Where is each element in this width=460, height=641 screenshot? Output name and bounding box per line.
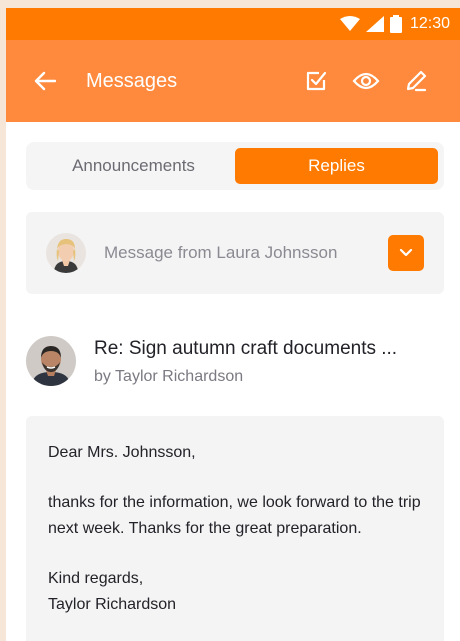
filter-label: Message from Laura Johnsson — [104, 243, 338, 262]
checkbox-icon — [306, 71, 327, 91]
wifi-icon — [339, 16, 360, 32]
signal-icon — [365, 16, 384, 32]
message-text: thanks for the information, we look forw… — [48, 494, 421, 537]
author-avatar — [26, 336, 76, 386]
message-signature: Taylor Richardson — [48, 596, 177, 613]
message-header: Re: Sign autumn craft documents ... by T… — [26, 336, 446, 386]
tab-replies[interactable]: Replies — [235, 148, 438, 184]
sender-filter-dropdown[interactable]: Message from Laura Johnsson — [26, 212, 444, 294]
app-screen: 12:30 Messages Announcements Replies Mes… — [6, 8, 460, 641]
select-button[interactable] — [302, 67, 330, 95]
app-bar: Messages — [6, 40, 460, 122]
message-closing: Kind regards, — [48, 570, 144, 587]
mark-read-button[interactable] — [352, 67, 380, 95]
chevron-down-icon — [399, 248, 413, 257]
status-time: 12:30 — [409, 15, 450, 32]
tab-bar: Announcements Replies — [26, 142, 444, 190]
message-author: by Taylor Richardson — [94, 368, 244, 385]
message-body: Dear Mrs. Johnsson, thanks for the infor… — [26, 416, 444, 641]
arrow-left-icon — [34, 71, 56, 91]
back-button[interactable] — [32, 68, 58, 94]
dropdown-toggle[interactable] — [388, 235, 424, 271]
status-bar: 12:30 — [6, 8, 460, 40]
eye-icon — [352, 72, 380, 90]
page-title: Messages — [86, 69, 178, 92]
message-greeting: Dear Mrs. Johnsson, — [48, 444, 196, 461]
message-subject[interactable]: Re: Sign autumn craft documents ... — [94, 336, 397, 362]
pencil-icon — [406, 70, 427, 92]
tab-announcements[interactable]: Announcements — [32, 148, 235, 184]
avatar — [46, 233, 86, 273]
compose-button[interactable] — [402, 67, 430, 95]
battery-icon — [389, 15, 402, 33]
